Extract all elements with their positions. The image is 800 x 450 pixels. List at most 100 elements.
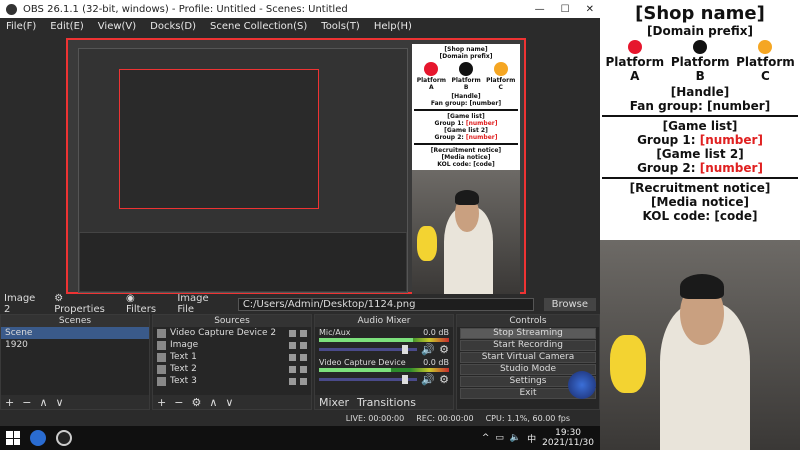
- close-button[interactable]: ✕: [586, 4, 594, 15]
- promo-title: [Shop name]: [444, 46, 488, 53]
- eye-icon: [289, 329, 296, 337]
- volume-meter: [319, 338, 449, 342]
- menu-bar: File(F) Edit(E) View(V) Docks(D) Scene C…: [0, 18, 600, 34]
- eye-icon: [289, 341, 296, 349]
- eye-icon: [289, 365, 296, 373]
- nested-preview: [119, 69, 319, 209]
- scene-item[interactable]: 1920: [1, 339, 149, 351]
- menu-scene-collection[interactable]: Scene Collection(S): [210, 21, 307, 32]
- move-down-icon[interactable]: ∨: [225, 396, 233, 409]
- obs-window: OBS 26.1.1 (32-bit, windows) - Profile: …: [0, 0, 600, 450]
- menu-help[interactable]: Help(H): [374, 21, 412, 32]
- move-down-icon[interactable]: ∨: [56, 396, 64, 409]
- ime-indicator[interactable]: 中: [527, 432, 536, 445]
- sources-dock: Sources Video Capture Device 2 Image Tex…: [152, 314, 312, 410]
- menu-file[interactable]: File(F): [6, 21, 36, 32]
- browse-button[interactable]: Browse: [543, 297, 596, 311]
- speaker-icon: 🔊: [421, 373, 436, 386]
- scenes-footer: + − ∧ ∨: [1, 395, 149, 409]
- dock-area: Scenes Scene 1920 + − ∧ ∨ Sources Video …: [0, 314, 600, 410]
- menu-view[interactable]: View(V): [98, 21, 136, 32]
- clock[interactable]: 19:30 2021/11/30: [542, 428, 594, 448]
- stop-streaming-button[interactable]: Stop Streaming: [460, 328, 596, 339]
- mixer-tabs: Mixer Transitions: [315, 395, 453, 409]
- title-bar: OBS 26.1.1 (32-bit, windows) - Profile: …: [0, 0, 600, 18]
- volume-icon[interactable]: 🔈: [510, 433, 521, 443]
- speaker-icon: 🔊: [421, 343, 436, 356]
- volume-slider[interactable]: 🔊 ⚙: [319, 343, 449, 356]
- mixer-channel: Mic/Aux 0.0 dB 🔊 ⚙: [319, 328, 449, 356]
- sources-header: Sources: [153, 315, 311, 327]
- image-icon: [157, 364, 166, 374]
- gear-icon: ⚙: [439, 343, 449, 356]
- promo-panel-small: [Shop name] [Domain prefix] Platform A P…: [412, 44, 520, 170]
- avatar: [568, 371, 596, 399]
- status-bar: LIVE: 00:00:00 REC: 00:00:00 CPU: 1.1%, …: [0, 412, 600, 424]
- source-item[interactable]: Text 1: [153, 351, 311, 363]
- move-up-icon[interactable]: ∧: [39, 396, 47, 409]
- network-icon[interactable]: ▭: [495, 433, 504, 443]
- eye-icon: [289, 377, 296, 385]
- platform-a: Platform A: [602, 40, 668, 83]
- platform-a-icon: [627, 40, 642, 54]
- plush-toy-icon: [417, 225, 437, 261]
- remove-scene-button[interactable]: −: [22, 396, 31, 409]
- scenes-header: Scenes: [1, 315, 149, 327]
- tab-transitions[interactable]: Transitions: [357, 396, 416, 409]
- lock-icon: [300, 377, 307, 385]
- browser-taskbar-icon[interactable]: [30, 430, 46, 446]
- selected-source-label: Image 2: [4, 293, 36, 315]
- source-item[interactable]: Text 3: [153, 375, 311, 387]
- platform-b-icon: [459, 62, 474, 76]
- platform-b-icon: [693, 40, 708, 54]
- meter-fill: [319, 338, 413, 342]
- controls-header: Controls: [457, 315, 599, 327]
- windows-start-icon[interactable]: [6, 431, 20, 445]
- maximize-button[interactable]: ☐: [561, 4, 570, 15]
- image-file-label: Image File: [177, 293, 209, 315]
- virtual-camera-button[interactable]: Start Virtual Camera: [460, 352, 596, 363]
- platform-b: Platform B: [668, 40, 733, 83]
- chevron-up-icon[interactable]: ^: [482, 433, 490, 443]
- platform-a: Platform A: [414, 62, 449, 91]
- promo-subtitle: [Domain prefix]: [647, 24, 753, 38]
- file-path-field[interactable]: C:/Users/Admin/Desktop/1124.png: [237, 297, 534, 311]
- webcam-feed-small: [412, 170, 520, 294]
- tab-mixer[interactable]: Mixer: [319, 396, 349, 409]
- preview-canvas[interactable]: [Shop name] [Domain prefix] Platform A P…: [66, 38, 526, 294]
- volume-slider[interactable]: 🔊 ⚙: [319, 373, 449, 386]
- start-recording-button[interactable]: Start Recording: [460, 340, 596, 351]
- add-scene-button[interactable]: +: [5, 396, 14, 409]
- source-item[interactable]: Video Capture Device 2: [153, 327, 311, 339]
- scene-item[interactable]: Scene: [1, 327, 149, 339]
- gear-icon[interactable]: ⚙: [191, 396, 201, 409]
- menu-tools[interactable]: Tools(T): [321, 21, 360, 32]
- obs-taskbar-icon[interactable]: [56, 430, 72, 446]
- filters-button[interactable]: ◉ Filters: [126, 293, 167, 315]
- cpu-status: CPU: 1.1%, 60.00 fps: [485, 413, 570, 423]
- move-up-icon[interactable]: ∧: [209, 396, 217, 409]
- nested-obs-capture: [78, 48, 408, 293]
- taskbar: ^ ▭ 🔈 中 19:30 2021/11/30: [0, 426, 600, 450]
- eye-icon: [289, 353, 296, 361]
- volume-knob: [401, 375, 408, 384]
- volume-meter: [319, 368, 449, 372]
- meter-fill: [319, 368, 391, 372]
- menu-docks[interactable]: Docks(D): [150, 21, 196, 32]
- lock-icon: [300, 329, 307, 337]
- menu-edit[interactable]: Edit(E): [50, 21, 84, 32]
- remove-source-button[interactable]: −: [174, 396, 183, 409]
- lock-icon: [300, 353, 307, 361]
- properties-button[interactable]: ⚙ Properties: [54, 293, 116, 315]
- source-item[interactable]: Image: [153, 339, 311, 351]
- sources-footer: + − ⚙ ∧ ∨: [153, 395, 311, 409]
- add-source-button[interactable]: +: [157, 396, 166, 409]
- platform-c-icon: [758, 40, 773, 54]
- promo-subtitle: [Domain prefix]: [439, 53, 493, 60]
- plush-toy-icon: [610, 334, 646, 394]
- obs-logo-icon: [6, 3, 17, 15]
- volume-knob: [401, 345, 408, 354]
- minimize-button[interactable]: —: [535, 4, 545, 15]
- source-item[interactable]: Text 2: [153, 363, 311, 375]
- text-icon: [157, 340, 166, 350]
